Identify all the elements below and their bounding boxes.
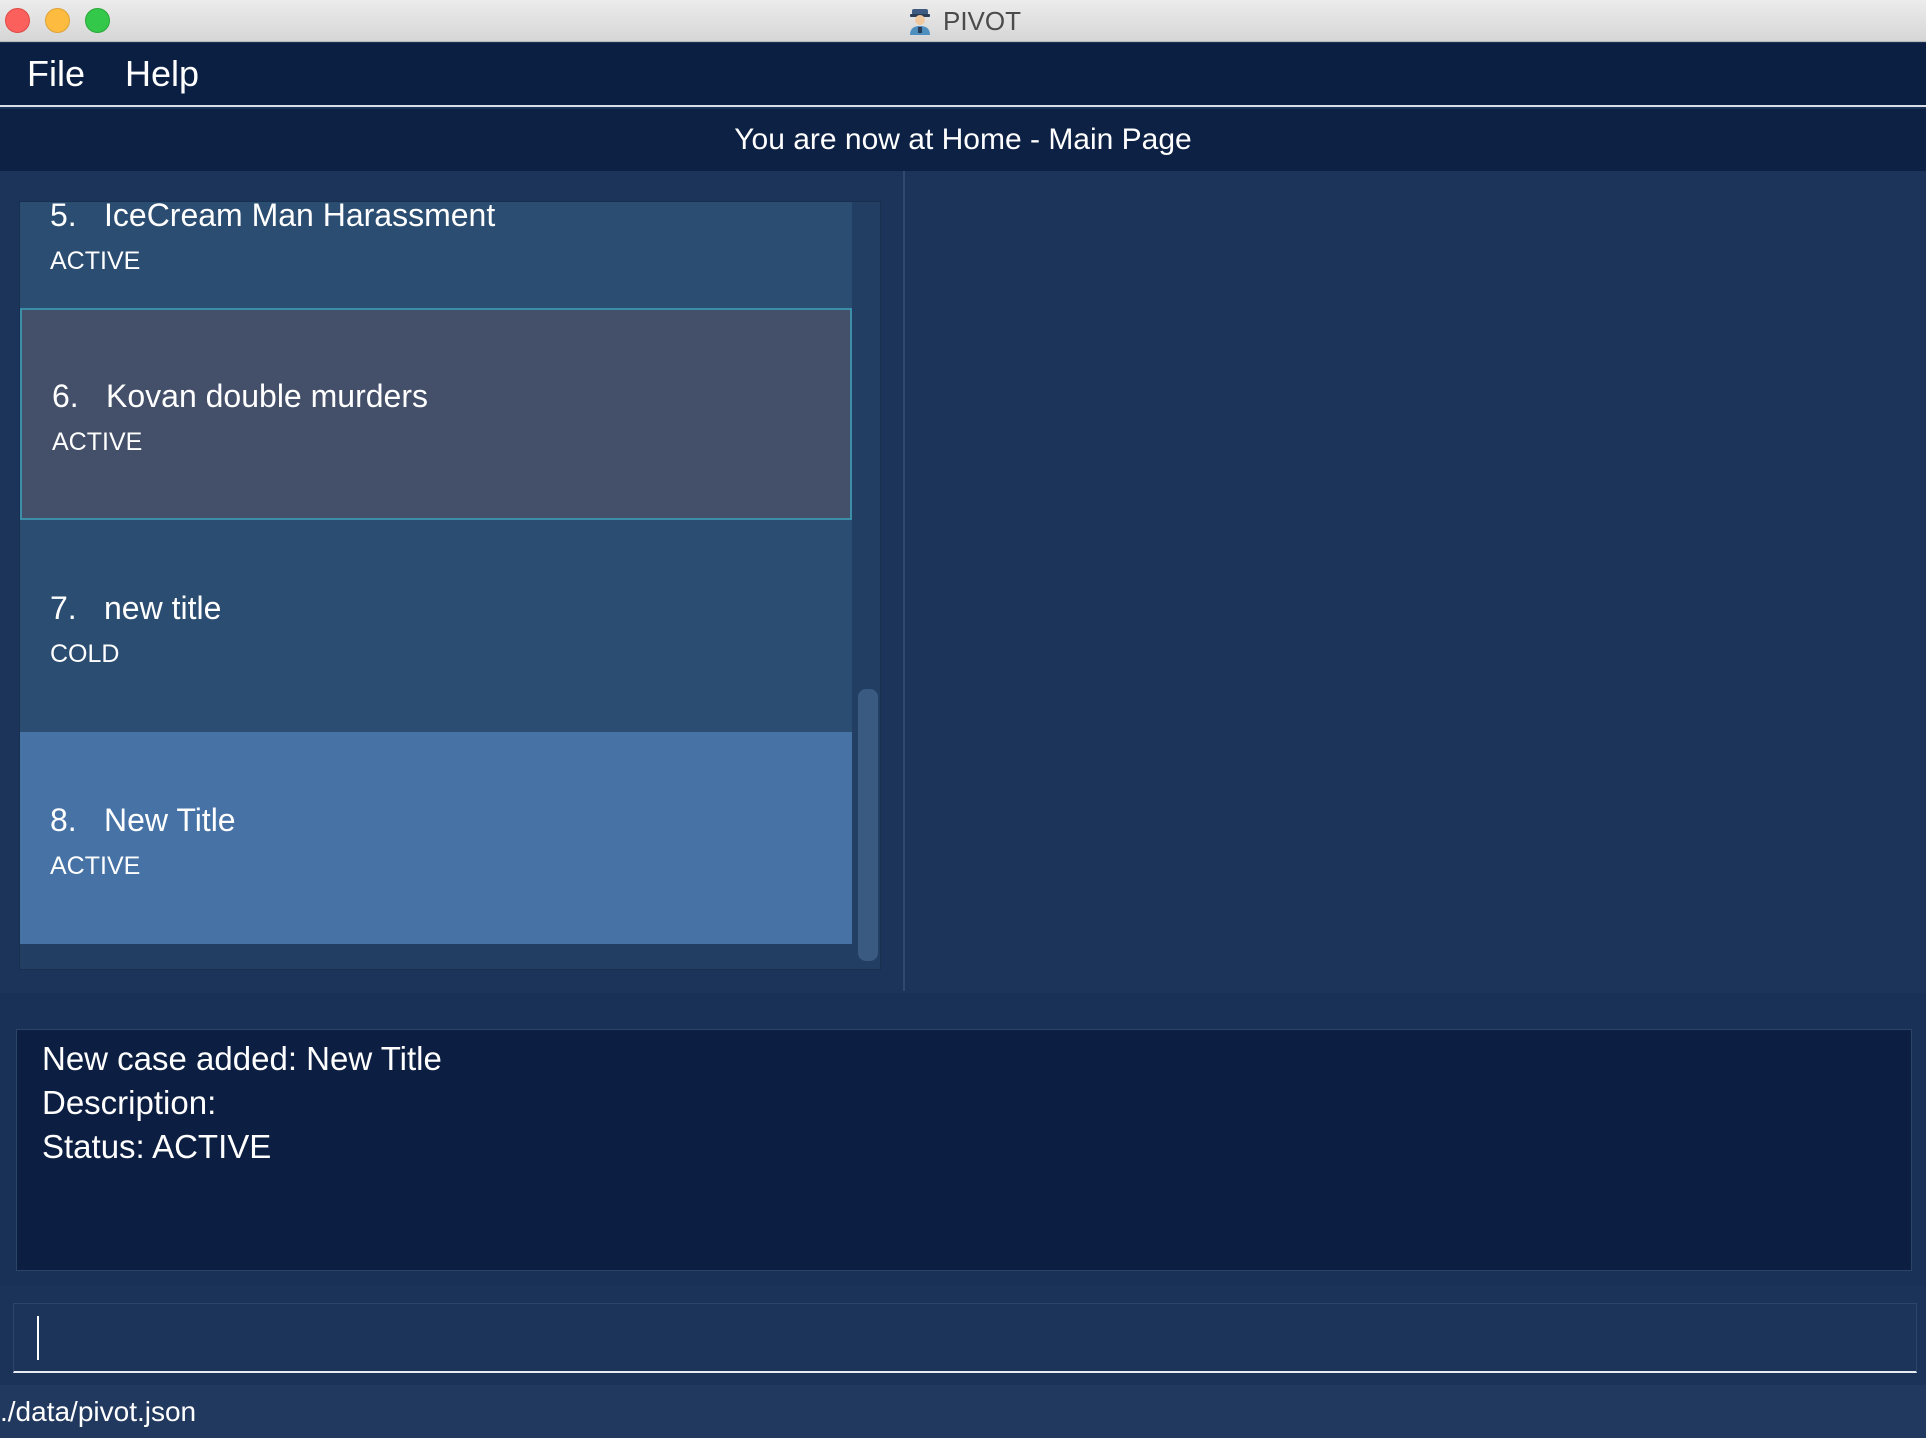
result-display: New case added: New Title Description: S… (16, 1029, 1912, 1271)
case-card-6[interactable]: 6. Kovan double murders ACTIVE (20, 308, 852, 520)
app-window: PIVOT File Help You are now at Home - Ma… (0, 0, 1926, 1438)
result-line-added: New case added: New Title (42, 1040, 442, 1077)
save-location: ./data/pivot.json (0, 1395, 197, 1427)
main-area: 5. IceCream Man Harassment ACTIVE 6. Kovan… (0, 171, 1926, 993)
location-text: You are now at Home - Main Page (734, 123, 1192, 156)
case-title: 8. New Title (50, 802, 236, 839)
result-line-status: Status: ACTIVE (42, 1128, 272, 1165)
case-status: ACTIVE (52, 428, 143, 456)
result-area: New case added: New Title Description: S… (0, 993, 1926, 1285)
case-title-text: Kovan double murders (106, 378, 428, 414)
location-bar: You are now at Home - Main Page (0, 109, 1926, 171)
case-number: 5. (50, 201, 77, 233)
police-officer-icon (909, 9, 930, 35)
status-bar: ./data/pivot.json (0, 1385, 1926, 1438)
case-title-text: New Title (104, 802, 236, 838)
scrollbar-thumb[interactable] (858, 689, 878, 961)
window-title: PIVOT (942, 5, 1021, 36)
case-card-5[interactable]: 5. IceCream Man Harassment ACTIVE (20, 201, 852, 308)
menu-bar: File Help (0, 43, 1926, 107)
case-title: 7. new title (50, 590, 221, 627)
case-title: 6. Kovan double murders (52, 378, 428, 415)
text-caret (37, 1316, 39, 1360)
command-input[interactable] (13, 1303, 1917, 1373)
case-list[interactable]: 5. IceCream Man Harassment ACTIVE 6. Kovan… (19, 201, 881, 970)
case-status: COLD (50, 640, 120, 668)
case-status: ACTIVE (50, 247, 141, 275)
case-number: 6. (52, 378, 79, 414)
result-line-description: Description: (42, 1084, 217, 1121)
menu-help[interactable]: Help (125, 53, 199, 95)
case-title: 5. IceCream Man Harassment (50, 201, 496, 234)
menu-file[interactable]: File (27, 53, 85, 95)
case-card-7[interactable]: 7. new title COLD (20, 520, 852, 732)
case-title-text: new title (104, 590, 222, 626)
case-number: 7. (50, 590, 77, 626)
case-title-text: IceCream Man Harassment (104, 201, 496, 233)
detail-panel (905, 171, 1926, 991)
window-title-group: PIVOT (0, 0, 1926, 42)
case-number: 8. (50, 802, 77, 838)
case-card-8[interactable]: 8. New Title ACTIVE (20, 732, 852, 944)
title-bar: PIVOT (0, 0, 1926, 42)
case-status: ACTIVE (50, 852, 141, 880)
